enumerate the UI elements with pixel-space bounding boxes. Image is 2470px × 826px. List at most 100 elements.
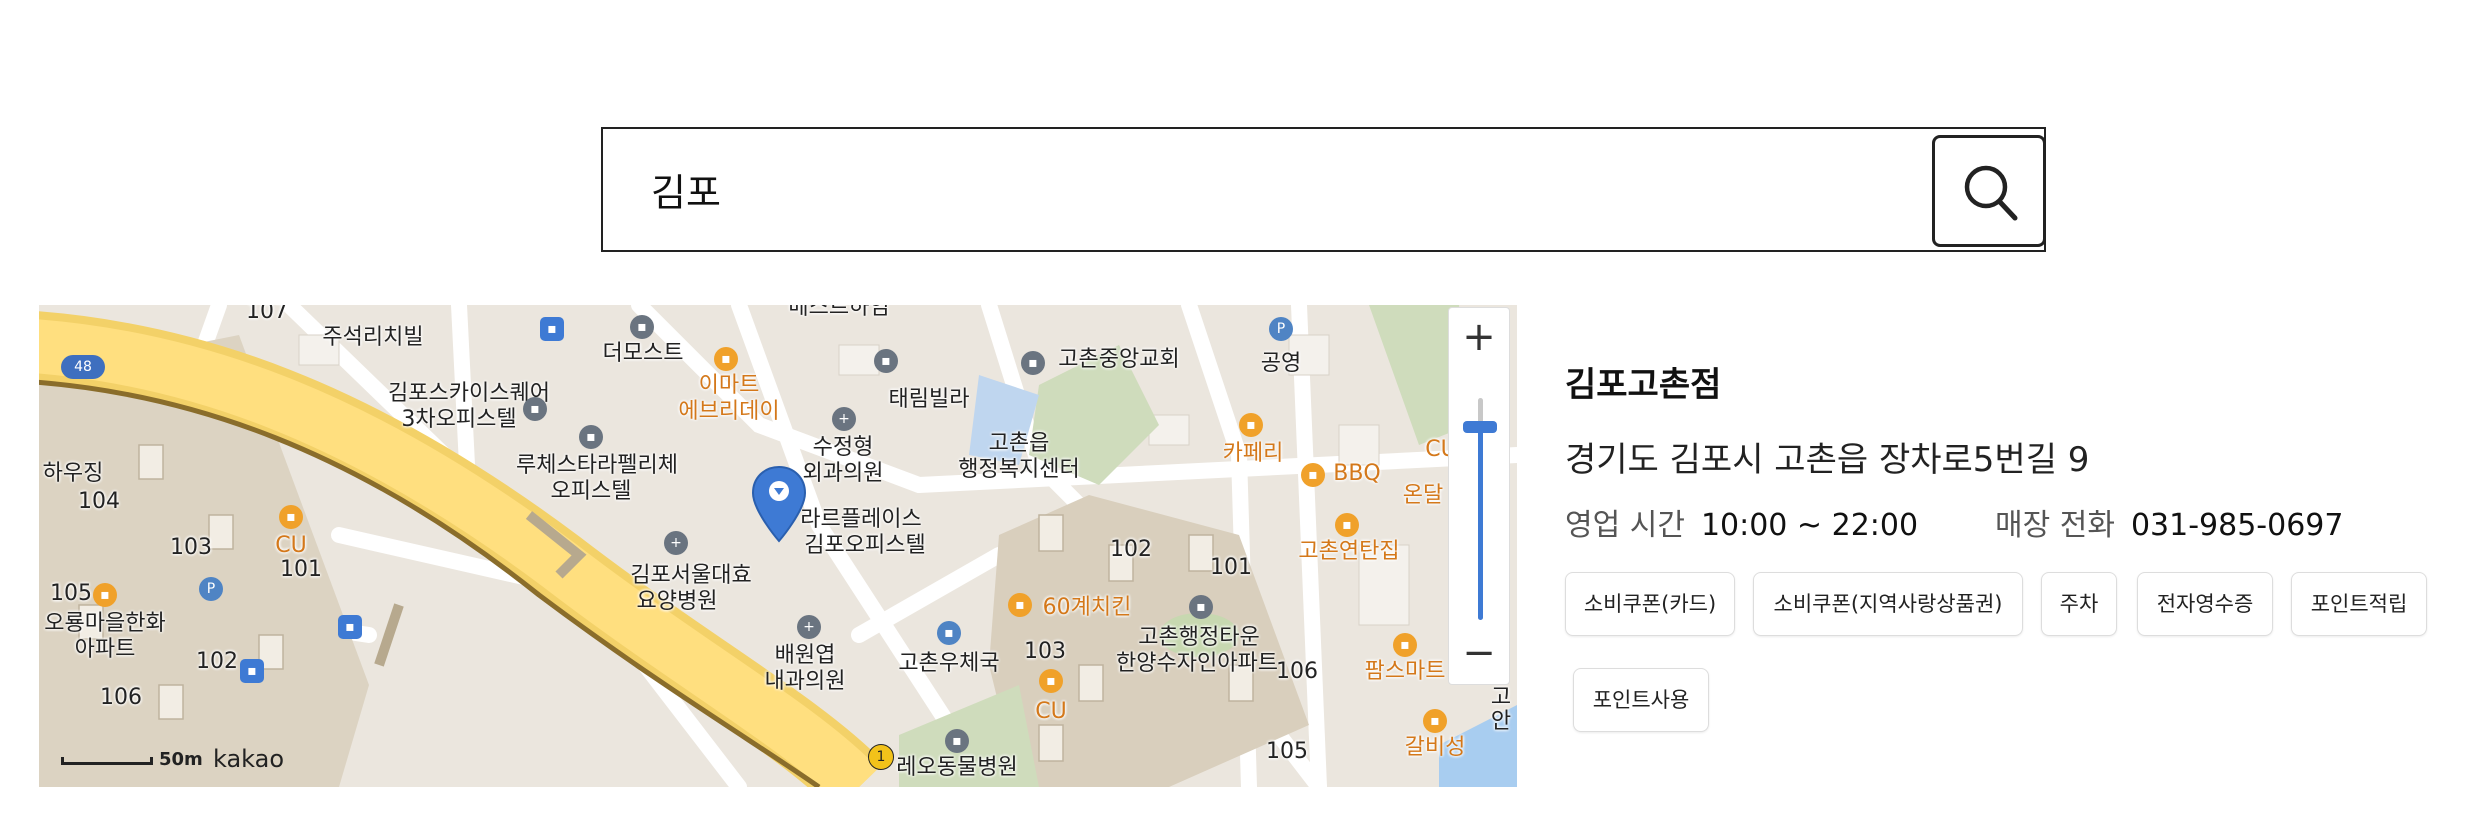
store-icon: ▪ bbox=[279, 505, 303, 529]
post-office-icon: ▪ bbox=[937, 621, 961, 645]
map-label: 105 bbox=[1266, 739, 1308, 764]
map-label: 주석리치빌 bbox=[322, 325, 424, 350]
restaurant-icon: ▪ bbox=[1301, 463, 1325, 487]
map-label: 더모스트 bbox=[602, 341, 684, 366]
hospital-icon: + bbox=[797, 615, 821, 639]
animal-hospital-icon: ▪ bbox=[945, 729, 969, 753]
building-icon: ▪ bbox=[579, 425, 603, 449]
map-label: 에브리데이 bbox=[678, 399, 780, 424]
hours-row: 영업 시간 10:00 ~ 22:00 bbox=[1565, 500, 1918, 544]
phone-row: 매장 전화 031-985-0697 bbox=[1995, 500, 2343, 544]
hours-value: 10:00 ~ 22:00 bbox=[1700, 508, 1919, 543]
building-icon: ▪ bbox=[523, 397, 547, 421]
search-input[interactable] bbox=[603, 129, 1928, 250]
parking-icon: P bbox=[1269, 317, 1293, 341]
church-icon: ▪ bbox=[1021, 351, 1045, 375]
restaurant-icon: ▪ bbox=[1423, 709, 1447, 733]
phone-value: 031-985-0697 bbox=[2130, 508, 2344, 543]
map-label: 내과의원 bbox=[764, 669, 846, 694]
search-bar bbox=[601, 127, 2046, 252]
map-label: 행정복지센터 bbox=[958, 457, 1080, 482]
search-icon bbox=[1964, 165, 2018, 221]
map-label: 배원엽 bbox=[774, 643, 836, 668]
map-label: 하우징 bbox=[42, 461, 104, 486]
map-label: 아파트 bbox=[74, 637, 136, 662]
bus-stop-icon: ▪ bbox=[540, 317, 564, 341]
restaurant-icon: ▪ bbox=[1008, 593, 1032, 617]
map-label: 105 bbox=[50, 581, 92, 606]
tag-chip: 소비쿠폰(지역사랑상품권) bbox=[1753, 572, 2023, 636]
store-name: 김포고촌점 bbox=[1565, 365, 1722, 405]
zoom-out-button[interactable]: − bbox=[1449, 624, 1509, 684]
building-icon: ▪ bbox=[1189, 595, 1213, 619]
map-label: 수정형 bbox=[812, 435, 874, 460]
map-label: 103 bbox=[170, 535, 212, 560]
map-label: CU bbox=[275, 533, 307, 558]
map-label: 외과의원 bbox=[802, 461, 884, 486]
phone-label: 매장 전화 bbox=[1995, 508, 2115, 543]
bus-stop-icon: ▪ bbox=[240, 659, 264, 683]
map-label: 60계치킨 bbox=[1042, 595, 1132, 620]
cafe-icon: ▪ bbox=[1239, 413, 1263, 437]
hospital-icon: + bbox=[664, 531, 688, 555]
map-label: 103 bbox=[1024, 639, 1066, 664]
map-label: 김포오피스텔 bbox=[804, 533, 926, 558]
map-label: 이마트 bbox=[698, 373, 760, 398]
store-address: 경기도 김포시 고촌읍 장차로5번길 9 bbox=[1565, 440, 2090, 480]
map-label: 김포서울대효 bbox=[630, 563, 752, 588]
map-label: 고촌읍 bbox=[988, 431, 1050, 456]
hours-label: 영업 시간 bbox=[1565, 508, 1685, 543]
route-48-badge: 48 bbox=[61, 355, 105, 379]
map-label: 104 bbox=[78, 489, 120, 514]
map-view[interactable]: 107 주석리치빌 더모스트 메스트하임 이마트 에브리데이 김포스카이스퀘어 … bbox=[39, 305, 1517, 787]
map-label: 태림빌라 bbox=[888, 387, 970, 412]
map-label: 3차오피스텔 bbox=[401, 407, 517, 432]
zoom-control: + − bbox=[1448, 307, 1510, 685]
map-label: 루체스타라펠리체 bbox=[516, 453, 678, 478]
zoom-in-button[interactable]: + bbox=[1449, 308, 1509, 368]
store-icon: ▪ bbox=[1393, 633, 1417, 657]
map-label: 고 bbox=[1490, 685, 1512, 710]
map-base bbox=[39, 305, 1517, 787]
search-button[interactable] bbox=[1932, 135, 2046, 247]
map-label: 106 bbox=[100, 685, 142, 710]
building-icon: ▪ bbox=[93, 583, 117, 607]
map-label: 메스트하임 bbox=[788, 305, 890, 320]
map-label: 고촌행정타운 bbox=[1138, 625, 1260, 650]
map-label: 온달 bbox=[1402, 483, 1444, 508]
map-label: 101 bbox=[280, 557, 322, 582]
restaurant-icon: ▪ bbox=[1335, 513, 1359, 537]
route-1-badge: 1 bbox=[868, 744, 894, 770]
map-label: 공영 bbox=[1260, 351, 1302, 376]
zoom-slider-handle[interactable] bbox=[1463, 420, 1497, 433]
map-label: 레오동물병원 bbox=[896, 755, 1018, 780]
store-icon: ▪ bbox=[1039, 669, 1063, 693]
parking-icon: P bbox=[199, 577, 223, 601]
building-icon: ▪ bbox=[874, 349, 898, 373]
map-label: 팜스마트 bbox=[1364, 659, 1446, 684]
map-label: 102 bbox=[196, 649, 238, 674]
map-label: 106 bbox=[1276, 659, 1318, 684]
map-label: 고촌연탄집 bbox=[1298, 539, 1400, 564]
building-icon: ▪ bbox=[630, 315, 654, 339]
map-label: CU bbox=[1035, 699, 1067, 724]
map-label: 갈비성 bbox=[1404, 735, 1466, 760]
map-label: 오피스텔 bbox=[550, 479, 632, 504]
map-label: 안 bbox=[1490, 709, 1512, 734]
map-label: 101 bbox=[1210, 555, 1252, 580]
map-label: 요양병원 bbox=[636, 589, 718, 614]
map-label: 한양수자인아파트 bbox=[1116, 651, 1278, 676]
map-label: BBQ bbox=[1333, 461, 1381, 486]
bus-stop-icon: ▪ bbox=[338, 615, 362, 639]
tag-chip: 소비쿠폰(카드) bbox=[1565, 572, 1735, 636]
tag-chip: 포인트적립 bbox=[2291, 572, 2427, 636]
map-label: 102 bbox=[1110, 537, 1152, 562]
map-label: 고촌중앙교회 bbox=[1058, 347, 1180, 372]
location-marker-icon[interactable] bbox=[751, 465, 807, 545]
tag-chip: 전자영수증 bbox=[2137, 572, 2273, 636]
map-label: 카페리 bbox=[1222, 441, 1284, 466]
map-label: 오룡마을한화 bbox=[44, 611, 166, 636]
zoom-slider-fill bbox=[1478, 426, 1483, 620]
map-label: 라르플레이스 bbox=[800, 507, 922, 532]
map-label: 고촌우체국 bbox=[898, 651, 1000, 676]
